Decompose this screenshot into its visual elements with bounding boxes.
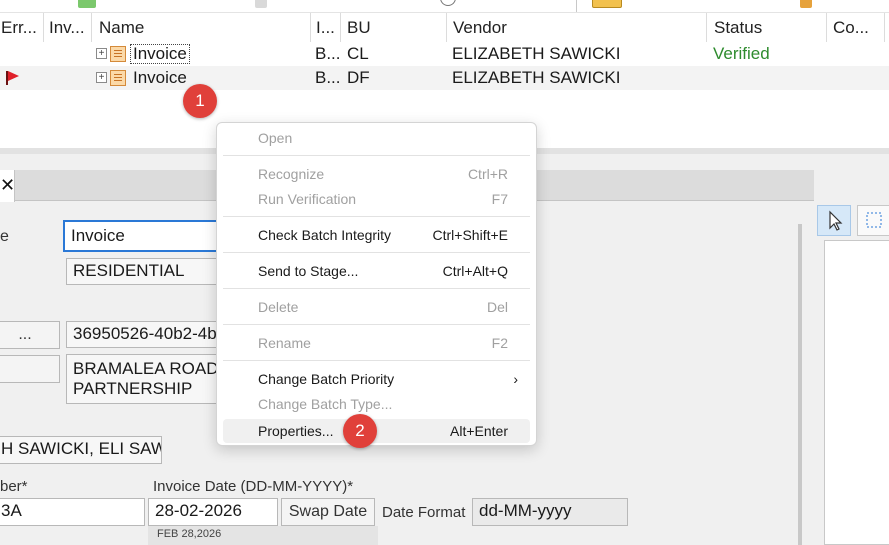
- menu-item-change-batch-priority[interactable]: Change Batch Priority ›: [223, 367, 530, 391]
- menu-separator: [223, 155, 530, 156]
- col-separator[interactable]: [310, 13, 311, 42]
- table-row[interactable]: + Invoice B... CL ELIZABETH SAWICKI Veri…: [0, 42, 889, 66]
- row-status: Verified: [713, 44, 770, 63]
- col-header-errors[interactable]: Err...: [0, 13, 43, 42]
- menu-item-rename[interactable]: Rename F2: [223, 331, 530, 355]
- col-header-name[interactable]: Name: [98, 13, 308, 42]
- vendor-name-field[interactable]: BRAMALEA ROAD PARTNERSHIP: [66, 354, 223, 404]
- col-separator[interactable]: [446, 13, 447, 42]
- pointer-tool-button[interactable]: [817, 205, 851, 236]
- menu-separator: [223, 324, 530, 325]
- vendor-name-line2: PARTNERSHIP: [73, 379, 193, 398]
- select-region-button[interactable]: [857, 205, 889, 236]
- col-separator[interactable]: [340, 13, 341, 42]
- flag-icon[interactable]: [6, 71, 20, 85]
- menu-item-open[interactable]: Open: [223, 126, 530, 150]
- col-header-vendor[interactable]: Vendor: [452, 13, 702, 42]
- expand-icon[interactable]: +: [96, 72, 107, 83]
- document-tab[interactable]: ✕: [0, 170, 15, 202]
- col-header-i[interactable]: I...: [315, 13, 339, 42]
- swap-date-button[interactable]: Swap Date: [281, 498, 375, 526]
- invoice-document-icon: [110, 46, 126, 62]
- date-format-label: Date Format: [382, 504, 466, 521]
- invoice-document-icon: [110, 70, 126, 86]
- type-label: e: [0, 228, 9, 245]
- col-header-status[interactable]: Status: [713, 13, 823, 42]
- chevron-right-icon: ›: [513, 371, 518, 387]
- class-field[interactable]: RESIDENTIAL: [66, 258, 223, 285]
- menu-item-send-to-stage[interactable]: Send to Stage... Ctrl+Alt+Q: [223, 259, 530, 283]
- row-name[interactable]: Invoice: [130, 44, 190, 64]
- col-separator[interactable]: [884, 13, 885, 42]
- vendor-contact-field[interactable]: H SAWICKI, ELI SAW: [0, 436, 162, 464]
- toolbar-separator: [576, 0, 577, 12]
- invoice-number-label: ber*: [0, 478, 28, 495]
- vendor-lookup-button[interactable]: [0, 355, 60, 383]
- toolbar-icon-orange[interactable]: [800, 0, 812, 8]
- date-hint: FEB 28,2026: [157, 528, 222, 540]
- step-badge-1: 1: [183, 84, 217, 118]
- invoice-date-field[interactable]: 28-02-2026: [148, 498, 278, 526]
- toolbar-icon-folder[interactable]: [592, 0, 622, 8]
- table-row[interactable]: + Invoice B... DF ELIZABETH SAWICKI: [0, 66, 889, 90]
- invoice-number-field[interactable]: 3A: [0, 498, 145, 526]
- vendor-name-line1: BRAMALEA ROAD: [73, 359, 219, 378]
- row-i: B...: [315, 68, 341, 87]
- col-separator[interactable]: [826, 13, 827, 42]
- menu-item-recognize[interactable]: Recognize Ctrl+R: [223, 162, 530, 186]
- region-select-icon: [866, 212, 882, 228]
- col-separator[interactable]: [43, 13, 44, 42]
- menu-separator: [223, 360, 530, 361]
- row-name[interactable]: Invoice: [133, 66, 187, 90]
- row-i: B...: [315, 44, 341, 63]
- document-image[interactable]: [824, 240, 889, 545]
- toolbar-icon-gray[interactable]: [255, 0, 267, 8]
- row-bu: CL: [347, 44, 369, 63]
- expand-icon[interactable]: +: [96, 48, 107, 59]
- lookup-button[interactable]: ...: [0, 321, 60, 349]
- col-separator[interactable]: [706, 13, 707, 42]
- toolbar-strip: [0, 0, 889, 13]
- row-bu: DF: [347, 68, 370, 87]
- row-vendor: ELIZABETH SAWICKI: [452, 44, 621, 63]
- col-separator[interactable]: [91, 13, 92, 42]
- col-header-bu[interactable]: BU: [346, 13, 441, 42]
- col-header-comment[interactable]: Co...: [832, 13, 882, 42]
- toolbar-icon-green[interactable]: [78, 0, 96, 8]
- menu-item-run-verification[interactable]: Run Verification F7: [223, 187, 530, 211]
- menu-item-delete[interactable]: Delete Del: [223, 295, 530, 319]
- context-menu: Open Recognize Ctrl+R Run Verification F…: [216, 122, 537, 446]
- menu-separator: [223, 288, 530, 289]
- menu-separator: [223, 216, 530, 217]
- col-header-invoice[interactable]: Inv...: [48, 13, 90, 42]
- row-vendor: ELIZABETH SAWICKI: [452, 68, 621, 87]
- step-badge-2: 2: [343, 414, 377, 448]
- date-format-field[interactable]: dd-MM-yyyy: [472, 498, 628, 526]
- document-type-field[interactable]: Invoice: [63, 220, 223, 252]
- document-guid-field[interactable]: 36950526-40b2-4b: [66, 321, 223, 348]
- toolbar-icon-clock[interactable]: [440, 0, 456, 6]
- cursor-icon: [829, 210, 843, 231]
- close-icon[interactable]: ✕: [0, 176, 15, 194]
- vertical-scrollbar[interactable]: [798, 224, 802, 545]
- invoice-date-label: Invoice Date (DD-MM-YYYY)*: [153, 478, 354, 495]
- menu-separator: [223, 252, 530, 253]
- menu-item-check-batch-integrity[interactable]: Check Batch Integrity Ctrl+Shift+E: [223, 223, 530, 247]
- menu-item-change-batch-type[interactable]: Change Batch Type...: [223, 392, 530, 416]
